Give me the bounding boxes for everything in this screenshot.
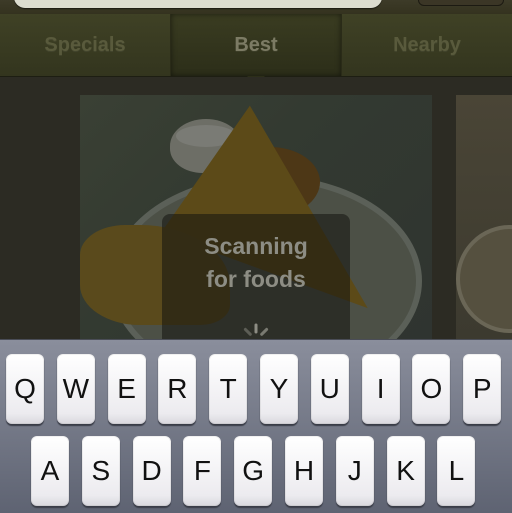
key-r[interactable]: R xyxy=(158,354,197,424)
key-l[interactable]: L xyxy=(437,436,476,506)
key-d[interactable]: D xyxy=(132,436,171,506)
tab-specials[interactable]: Specials xyxy=(0,14,171,76)
top-header xyxy=(0,0,512,14)
key-y[interactable]: Y xyxy=(260,354,298,424)
key-u[interactable]: U xyxy=(310,354,349,424)
key-q[interactable]: Q xyxy=(6,354,44,424)
key-t[interactable]: T xyxy=(209,354,248,424)
segmented-tab-bar: Specials Best Nearby xyxy=(0,14,512,85)
key-e[interactable]: E xyxy=(107,354,146,424)
search-field[interactable] xyxy=(14,0,382,8)
key-w[interactable]: W xyxy=(56,354,95,424)
key-s[interactable]: S xyxy=(81,436,120,506)
key-i[interactable]: I xyxy=(361,354,400,424)
key-k[interactable]: K xyxy=(386,436,425,506)
tab-nearby[interactable]: Nearby xyxy=(342,14,512,76)
scanning-line-2: for foods xyxy=(206,266,306,292)
header-button[interactable] xyxy=(418,0,504,6)
key-f[interactable]: F xyxy=(183,436,222,506)
key-h[interactable]: H xyxy=(285,436,323,506)
key-j[interactable]: J xyxy=(335,436,374,506)
scanning-overlay: Scanning for foods xyxy=(162,214,350,354)
onscreen-keyboard: QWERTYUIOP ASDFGHJKL xyxy=(0,339,512,513)
scanning-line-1: Scanning xyxy=(204,233,308,259)
key-o[interactable]: O xyxy=(412,354,451,424)
key-g[interactable]: G xyxy=(234,436,273,506)
tab-best[interactable]: Best xyxy=(171,14,342,85)
key-a[interactable]: A xyxy=(31,436,69,506)
key-p[interactable]: P xyxy=(463,354,502,424)
scanning-message: Scanning for foods xyxy=(162,230,350,296)
next-food-photo-card[interactable] xyxy=(456,95,512,339)
